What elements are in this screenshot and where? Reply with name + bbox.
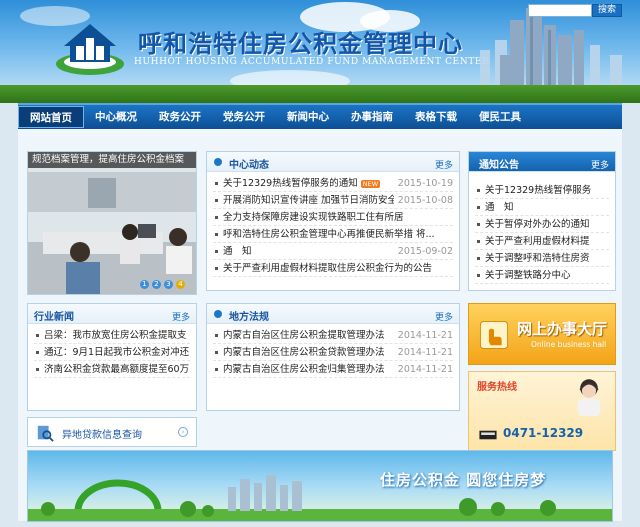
site-title: 呼和浩特住房公积金管理中心 bbox=[138, 29, 463, 58]
list-item[interactable]: 关于12329热线暂停服务的通知 NEW 2015-10-19 bbox=[213, 175, 453, 192]
list-item[interactable]: 内蒙古自治区住房公积金提取管理办法 2014-11-21 bbox=[213, 327, 453, 344]
list-item[interactable]: 通辽：9月1日起我市公积金对冲还 bbox=[34, 344, 190, 361]
nav-item-guide[interactable]: 办事指南 bbox=[340, 106, 404, 128]
law-text: 内蒙古自治区住房公积金提取管理办法 bbox=[223, 330, 385, 341]
local-laws-list: 内蒙古自治区住房公积金提取管理办法 2014-11-21 内蒙古自治区住房公积金贷… bbox=[207, 324, 459, 381]
photo-caption: 规范档案管理，提高住房公积金档案 bbox=[28, 152, 196, 168]
law-text: 内蒙古自治区住房公积金贷款管理办法 bbox=[223, 347, 385, 358]
law-text: 内蒙古自治区住房公积金归集管理办法 bbox=[223, 364, 385, 375]
center-news-more-link[interactable]: 更多 bbox=[435, 158, 453, 171]
law-date: 2014-11-21 bbox=[393, 361, 453, 377]
industry-news-more-link[interactable]: 更多 bbox=[172, 310, 190, 323]
notice-header: 通知公告 更多 bbox=[469, 152, 615, 172]
search-bar: 搜索 bbox=[528, 4, 622, 17]
slide-dot-1[interactable]: 1 bbox=[140, 280, 149, 289]
bullet-icon bbox=[214, 310, 222, 318]
site-header: 呼和浩特住房公积金管理中心 HUHHOT HOUSING ACCUMULATED… bbox=[0, 0, 640, 103]
list-item[interactable]: 关于严查利用虚假材料提 bbox=[475, 233, 609, 250]
hotline-number: 0471-12329 bbox=[503, 426, 584, 440]
search-button[interactable]: 搜索 bbox=[592, 4, 622, 17]
list-item[interactable]: 内蒙古自治区住房公积金归集管理办法 2014-11-21 bbox=[213, 361, 453, 378]
local-laws-more-link[interactable]: 更多 bbox=[435, 310, 453, 323]
customer-service-avatar-icon bbox=[577, 379, 601, 417]
list-item[interactable]: 吕梁：我市放宽住房公积金提取支 bbox=[34, 327, 190, 344]
notice-more-link[interactable]: 更多 bbox=[591, 158, 609, 171]
news-date: 2015-09-02 bbox=[393, 243, 453, 259]
center-news-panel: 中心动态 更多 关于12329热线暂停服务的通知 NEW 2015-10-19 开展… bbox=[206, 151, 460, 291]
center-news-list: 关于12329热线暂停服务的通知 NEW 2015-10-19 开展消防知识宣传讲座… bbox=[207, 172, 459, 280]
list-item[interactable]: 关于12329热线暂停服务 bbox=[475, 182, 609, 199]
nav-item-downloads[interactable]: 表格下载 bbox=[404, 106, 468, 128]
photo-slideshow[interactable]: 规范档案管理，提高住房公积金档案 1 2 3 4 bbox=[27, 151, 197, 295]
list-item[interactable]: 全力支持保障房建设实现铁路职工住有所居 bbox=[213, 209, 453, 226]
office-photo-image bbox=[28, 152, 196, 294]
news-text: 全力支持保障房建设实现铁路职工住有所居 bbox=[223, 212, 404, 223]
main-nav: 网站首页 中心概况 政务公开 党务公开 新闻中心 办事指南 表格下载 便民工具 bbox=[18, 103, 622, 129]
local-laws-title: 地方法规 bbox=[229, 312, 269, 323]
new-badge: NEW bbox=[360, 179, 381, 188]
hotline-title: 服务热线 bbox=[477, 382, 517, 393]
slide-dot-4[interactable]: 4 bbox=[176, 280, 185, 289]
online-service-hall-button[interactable]: 网上办事大厅 Online business hall bbox=[468, 303, 616, 365]
law-date: 2014-11-21 bbox=[393, 327, 453, 343]
banner-slogan: 住房公积金 圆您住房梦 bbox=[380, 471, 547, 489]
local-laws-panel: 地方法规 更多 内蒙古自治区住房公积金提取管理办法 2014-11-21 内蒙古自… bbox=[206, 303, 460, 411]
industry-news-panel: 行业新闻 更多 吕梁：我市放宽住房公积金提取支 通辽：9月1日起我市公积金对冲还… bbox=[27, 303, 197, 411]
list-item[interactable]: 关于严查利用虚假材料提取住房公积金行为的公告 bbox=[213, 260, 453, 277]
list-item[interactable]: 通 知 2015-09-02 bbox=[213, 243, 453, 260]
list-item[interactable]: 关于调整呼和浩特住房资 bbox=[475, 250, 609, 267]
notice-list: 关于12329热线暂停服务 通 知 关于暂停对外办公的通知 关于严查利用虚假材料… bbox=[469, 172, 615, 287]
service-hotline-panel: 服务热线 0471-12329 bbox=[468, 371, 616, 451]
news-text: 呼和浩特住房公积金管理中心再推便民新举措 将... bbox=[223, 229, 435, 240]
nav-item-tools[interactable]: 便民工具 bbox=[468, 106, 532, 128]
list-item[interactable]: 呼和浩特住房公积金管理中心再推便民新举措 将... bbox=[213, 226, 453, 243]
list-item[interactable]: 济南公积金贷款最高额度提至60万 bbox=[34, 361, 190, 378]
search-input[interactable] bbox=[528, 4, 592, 17]
nav-divider bbox=[18, 129, 622, 137]
news-text: 通 知 bbox=[223, 246, 252, 257]
news-date: 2015-10-19 bbox=[393, 175, 453, 191]
site-subtitle: HUHHOT HOUSING ACCUMULATED FUND MANAGEME… bbox=[134, 57, 490, 67]
arrow-right-icon: › bbox=[178, 427, 188, 437]
slide-dot-2[interactable]: 2 bbox=[152, 280, 161, 289]
industry-news-title: 行业新闻 bbox=[34, 312, 74, 323]
loan-query-button[interactable]: 异地贷款信息查询 › bbox=[27, 417, 197, 447]
search-document-icon bbox=[37, 425, 54, 442]
loan-query-label: 异地贷款信息查询 bbox=[62, 430, 142, 441]
bullet-icon bbox=[214, 158, 222, 166]
industry-news-header: 行业新闻 更多 bbox=[28, 304, 196, 324]
hand-pointer-icon bbox=[479, 320, 509, 350]
list-item[interactable]: 关于暂停对外办公的通知 bbox=[475, 216, 609, 233]
news-text: 关于12329热线暂停服务的通知 bbox=[223, 178, 358, 189]
list-item[interactable]: 开展消防知识宣传讲座 加强节日消防安全 2015-10-08 bbox=[213, 192, 453, 209]
phone-icon bbox=[479, 430, 497, 440]
nav-item-party-affairs[interactable]: 党务公开 bbox=[212, 106, 276, 128]
news-text: 关于严查利用虚假材料提取住房公积金行为的公告 bbox=[223, 263, 433, 274]
nav-item-news[interactable]: 新闻中心 bbox=[276, 106, 340, 128]
slide-dot-3[interactable]: 3 bbox=[164, 280, 173, 289]
news-date: 2015-10-08 bbox=[393, 192, 453, 208]
notice-title: 通知公告 bbox=[479, 160, 519, 171]
list-item[interactable]: 关于调整铁路分中心 bbox=[475, 267, 609, 284]
law-date: 2014-11-21 bbox=[393, 344, 453, 360]
nav-item-about[interactable]: 中心概况 bbox=[84, 106, 148, 128]
nav-item-gov-affairs[interactable]: 政务公开 bbox=[148, 106, 212, 128]
industry-news-list: 吕梁：我市放宽住房公积金提取支 通辽：9月1日起我市公积金对冲还 济南公积金贷款… bbox=[28, 324, 196, 381]
online-service-title: 网上办事大厅 bbox=[517, 320, 608, 338]
hedge-decoration bbox=[0, 85, 640, 103]
online-service-subtitle: Online business hall bbox=[531, 340, 607, 349]
bottom-banner: 住房公积金 圆您住房梦 bbox=[27, 450, 613, 522]
nav-item-home[interactable]: 网站首页 bbox=[18, 106, 84, 128]
list-item[interactable]: 通 知 bbox=[475, 199, 609, 216]
center-news-title: 中心动态 bbox=[229, 160, 269, 171]
site-logo-icon bbox=[56, 24, 124, 75]
notice-panel: 通知公告 更多 关于12329热线暂停服务 通 知 关于暂停对外办公的通知 关于… bbox=[468, 151, 616, 291]
center-news-header: 中心动态 更多 bbox=[207, 152, 459, 172]
list-item[interactable]: 内蒙古自治区住房公积金贷款管理办法 2014-11-21 bbox=[213, 344, 453, 361]
local-laws-header: 地方法规 更多 bbox=[207, 304, 459, 324]
news-text: 开展消防知识宣传讲座 加强节日消防安全 bbox=[223, 195, 398, 206]
